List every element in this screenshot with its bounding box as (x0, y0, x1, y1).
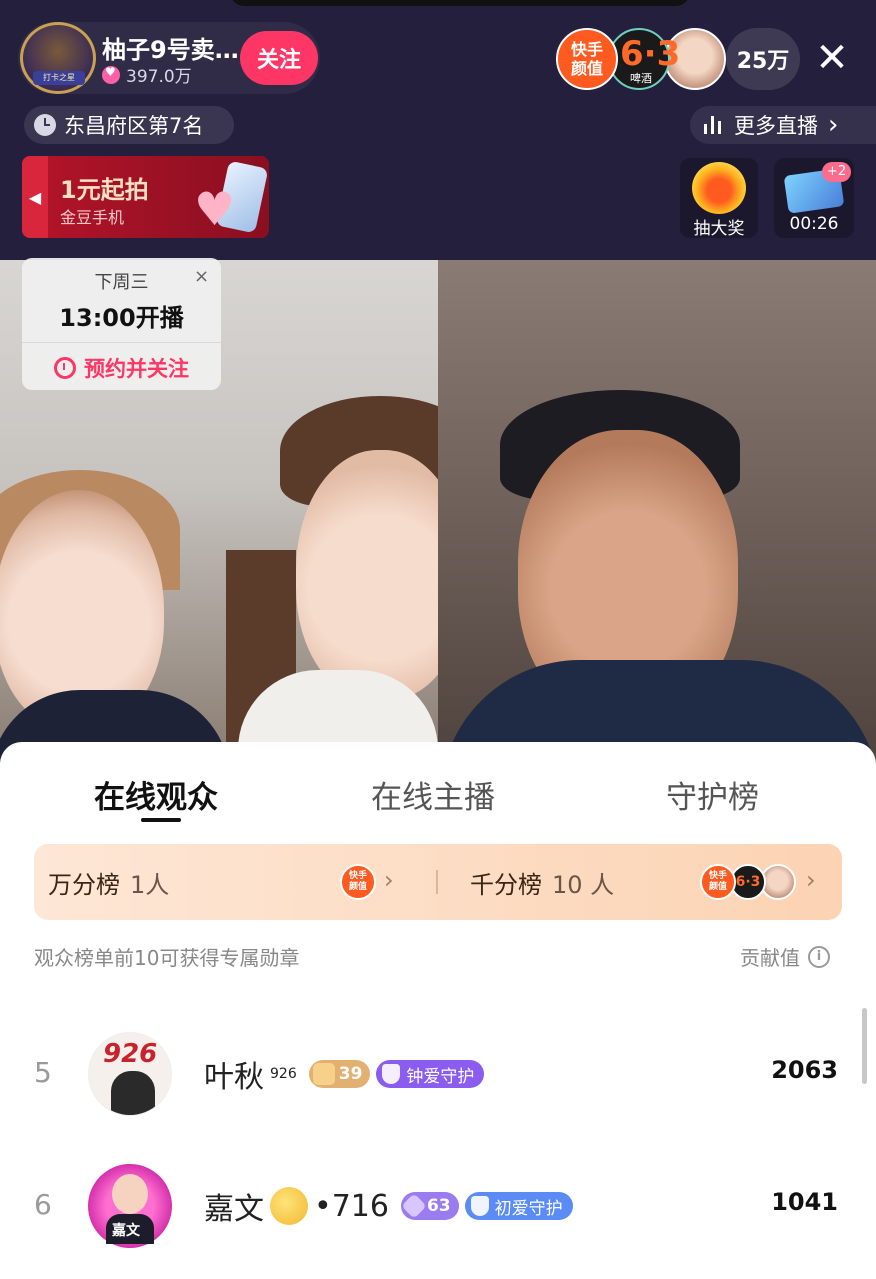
audience-panel: 在线观众 在线主播 守护榜 万分榜 1人 快手 颜值 › 千分榜 10 人 快手… (0, 742, 876, 1279)
gift-timer-label: 00:26 (789, 214, 839, 234)
gift-count-badge: +2 (822, 162, 852, 182)
info-icon[interactable]: i (808, 945, 830, 968)
tier-1k-label: 千分榜 (470, 870, 542, 899)
viewer-score: 2063 (771, 1056, 838, 1084)
tier-1k[interactable]: 千分榜 10 人 (470, 844, 614, 920)
beer-badge-text: 啤酒 (630, 72, 652, 85)
tab-online-hosts[interactable]: 在线主播 (371, 772, 495, 817)
level-badge: 39 (308, 1060, 371, 1088)
shield-icon (382, 1064, 401, 1084)
next-stream-card: 下周三 × 13:00开播 预约并关注 (22, 258, 221, 390)
kuaishou-mini-badge-text: 快手 颜值 (348, 871, 367, 892)
lottery-button[interactable]: 抽大奖 (680, 158, 758, 239)
alarm-clock-icon (54, 357, 76, 379)
bar-chart-icon (704, 116, 724, 134)
follow-button[interactable]: 关注 (240, 31, 318, 85)
clock-icon (34, 114, 56, 136)
avatar-text: 926 (103, 1039, 158, 1069)
viewer-rank: 5 (34, 1056, 52, 1089)
level-badge: 63 (400, 1192, 459, 1220)
shield-icon (470, 1196, 489, 1216)
panel-tabs: 在线观众 在线主播 守护榜 (0, 772, 876, 822)
more-live-label: 更多直播 (734, 114, 818, 138)
tier-divider (436, 870, 438, 894)
viewer-avatar[interactable]: 嘉文 (88, 1164, 172, 1248)
viewer-name-suffix: •716 (314, 1188, 389, 1224)
close-schedule-icon[interactable]: × (194, 266, 209, 287)
viewer-name-group: 叶秋 926 39 钟爱守护 (204, 1052, 485, 1096)
viewer-name: 嘉文 (204, 1192, 264, 1227)
guard-label: 初爱守护 (494, 1198, 563, 1219)
viewer-name-suffix: 926 (270, 1066, 297, 1082)
status-notch (230, 0, 690, 6)
host-avatar[interactable]: 打卡之星 (20, 22, 96, 94)
live-header: 打卡之星 柚子9号卖… 397.0万 关注 快手 颜值 6·3 啤酒 25万 ✕… (0, 0, 876, 260)
level-gem-icon (312, 1063, 335, 1085)
tab-guard-ranking[interactable]: 守护榜 (666, 772, 759, 817)
active-tab-indicator (141, 818, 181, 822)
avatar-face (112, 1174, 148, 1214)
moon-emoji-icon (270, 1187, 308, 1225)
host-name[interactable]: 柚子9号卖… (102, 30, 239, 65)
contribution-header[interactable]: 贡献值 i (740, 942, 830, 971)
guard-label: 钟爱守护 (406, 1066, 475, 1087)
gift-timer-button[interactable]: +2 00:26 (774, 158, 854, 238)
level-gem-icon (401, 1193, 427, 1219)
guard-badge: 钟爱守护 (376, 1060, 485, 1088)
heart-icon (102, 65, 120, 84)
kuaishou-mini-badge-2: 快手 颜值 (700, 864, 736, 900)
promo-subtitle: 金豆手机 (60, 208, 125, 227)
more-live-button[interactable]: 更多直播 › (690, 106, 876, 144)
district-rank-text: 东昌府区第7名 (64, 114, 204, 138)
next-stream-day: 下周三 (94, 272, 149, 293)
viewer-name-group: 嘉文 •716 63 初爱守护 (204, 1184, 573, 1228)
chevron-right-icon: › (828, 110, 839, 140)
avatar-text: 嘉文 (112, 1223, 140, 1239)
avatar-figure (111, 1071, 155, 1115)
district-rank[interactable]: 东昌府区第7名 (24, 106, 234, 144)
promo-title: 1元起拍 (60, 176, 149, 204)
host-avatar-ribbon: 打卡之星 (33, 71, 85, 85)
lottery-orb-icon (692, 162, 746, 214)
reserve-follow-button[interactable]: 预约并关注 (22, 350, 221, 386)
tier-10k[interactable]: 万分榜 1人 (48, 844, 169, 920)
tier-1k-count: 10 人 (552, 870, 615, 899)
next-stream-time: 13:00开播 (59, 304, 184, 332)
tab-online-viewers[interactable]: 在线观众 (94, 772, 218, 817)
level-value: 63 (426, 1196, 451, 1216)
divider (22, 342, 221, 343)
guard-badge: 初爱守护 (464, 1192, 573, 1220)
viewer-avatar[interactable]: 926 (88, 1032, 172, 1116)
auction-promo-card[interactable]: ◀ 1元起拍 金豆手机 ♥ (22, 156, 269, 238)
lottery-label: 抽大奖 (693, 219, 745, 239)
viewer-rank: 6 (34, 1188, 52, 1221)
kuaishou-badge[interactable]: 快手 颜值 (556, 28, 618, 90)
contribution-label: 贡献值 (740, 946, 800, 970)
kuaishou-mini-badge: 快手 颜值 (340, 864, 376, 900)
ranking-hint: 观众榜单前10可获得专属勋章 (34, 946, 300, 970)
tier-banner: 万分榜 1人 快手 颜值 › 千分榜 10 人 快手 颜值 6·3 › (34, 844, 842, 920)
viewer-score: 1041 (771, 1188, 838, 1216)
kuaishou-mini-badge-2-text: 快手 颜值 (708, 871, 727, 892)
beer-badge-number: 6·3 (620, 34, 681, 74)
tier-10k-chevron-icon[interactable]: › (384, 866, 394, 894)
level-value: 39 (338, 1064, 363, 1084)
close-button[interactable]: ✕ (810, 34, 854, 82)
viewer-name: 叶秋 (204, 1060, 264, 1095)
viewer-count[interactable]: 25万 (726, 28, 800, 90)
reserve-follow-label: 预约并关注 (84, 357, 189, 381)
collapse-arrow-icon[interactable]: ◀ (22, 156, 48, 238)
viewer-row[interactable]: 6 嘉文 嘉文 •716 63 初爱守护 1041 (0, 1160, 876, 1260)
kuaishou-badge-text: 快手 颜值 (570, 40, 603, 78)
tier-10k-label: 万分榜 (48, 870, 120, 899)
tier-1k-chevron-icon[interactable]: › (806, 866, 816, 894)
heart-decoration-icon: ♥ (194, 182, 236, 236)
host-likes: 397.0万 (102, 62, 192, 87)
viewer-row[interactable]: 5 926 叶秋 926 39 钟爱守护 2063 (0, 1028, 876, 1128)
tier-10k-count: 1人 (130, 870, 170, 899)
host-likes-value: 397.0万 (126, 67, 192, 87)
